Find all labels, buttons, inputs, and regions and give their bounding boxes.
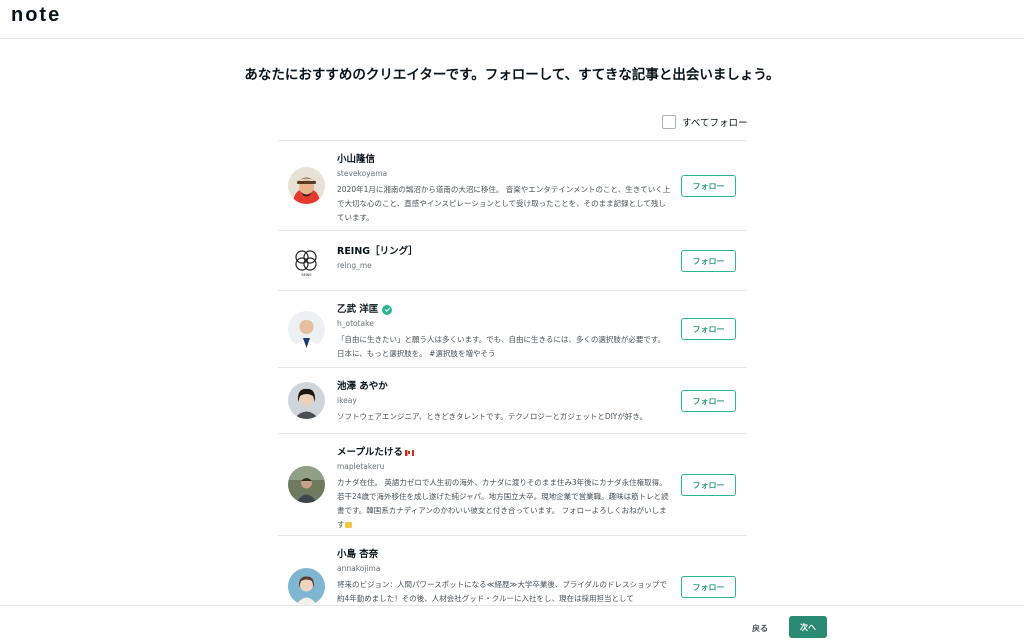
creator-name[interactable]: メープルたける [337,446,403,459]
creator-id: mapletakeru [337,462,385,471]
creator-info: REING［リング］ reing_me [337,245,671,271]
creator-info: 小島 杏奈 annakojima 将来のビジョン：人間パワースポットになる≪経歴… [337,548,671,605]
avatar[interactable] [288,167,325,204]
next-button[interactable]: 次へ [789,616,827,638]
creator-row: REING REING［リング］ reing_me フォロー [278,231,747,291]
creator-bio: ソフトウェアエンジニア、ときどきタレントです。テクノロジーとガジェットとDIYが… [337,412,648,421]
creator-row: 池澤 あやか ikeay ソフトウェアエンジニア、ときどきタレントです。テクノロ… [278,368,747,434]
follow-all-label: すべてフォロー [682,118,748,129]
creator-bio: 2020年1月に湘南の鵠沼から道南の大沼に移住。 音楽やエンタテインメントのこと… [337,185,671,222]
footer-bar: 戻る 次へ [0,605,1024,643]
reing-logo-caption: REING [301,273,312,277]
follow-button[interactable]: フォロー [681,474,736,496]
creator-name[interactable]: REING［リング］ [337,245,671,258]
creator-name[interactable]: 池澤 あやか [337,380,671,393]
creator-row: 乙武 洋匡 h_ototake 「自由に生きたい」と願う人は多くいます。でも、自… [278,291,747,368]
avatar[interactable]: REING [288,243,325,280]
page-heading: あなたにおすすめのクリエイターです。フォローして、すてきな記事と出会いましょう。 [244,67,780,83]
creator-info: メープルたける mapletakeru カナダ在住。 英語力ゼロで人生初の海外、… [337,446,671,532]
creator-name[interactable]: 小山隆信 [337,153,671,166]
avatar[interactable] [288,382,325,419]
creator-list[interactable]: 小山隆信 stevekoyama 2020年1月に湘南の鵠沼から道南の大沼に移住… [278,140,747,605]
follow-button[interactable]: フォロー [681,576,736,598]
avatar[interactable] [288,311,325,348]
top-bar: note [0,0,1024,39]
creator-name[interactable]: 乙武 洋匡 [337,303,378,316]
follow-all-toggle[interactable]: すべてフォロー [662,114,747,130]
follow-button[interactable]: フォロー [681,250,736,272]
creator-id: annakojima [337,564,381,573]
canada-flag-icon [404,449,414,456]
folded-hands-emoji-icon [344,522,352,528]
creator-bio: 将来のビジョン：人間パワースポットになる≪経歴≫大学卒業後、ブライダルのドレスシ… [337,580,668,603]
creator-id: reing_me [337,261,372,270]
creator-info: 池澤 あやか ikeay ソフトウェアエンジニア、ときどきタレントです。テクノロ… [337,380,671,424]
creator-row: メープルたける mapletakeru カナダ在住。 英語力ゼロで人生初の海外、… [278,434,747,536]
creator-row: 小島 杏奈 annakojima 将来のビジョン：人間パワースポットになる≪経歴… [278,536,747,605]
creator-bio: 「自由に生きたい」と願う人は多くいます。でも、自由に生きるには、多くの選択肢が必… [337,335,666,358]
creator-name[interactable]: 小島 杏奈 [337,548,671,561]
creator-id: h_ototake [337,319,374,328]
follow-button[interactable]: フォロー [681,318,736,340]
creator-id: ikeay [337,396,357,405]
follow-all-checkbox[interactable] [662,115,676,129]
verified-badge-icon [382,304,393,315]
follow-button[interactable]: フォロー [681,390,736,412]
avatar[interactable] [288,466,325,503]
creator-name-row: 乙武 洋匡 [337,303,671,316]
back-button[interactable]: 戻る [744,617,776,639]
avatar[interactable] [288,568,325,605]
note-logo[interactable]: note [11,4,61,26]
creator-bio: カナダ在住。 英語力ゼロで人生初の海外、カナダに渡りそのまま住み3年後にカナダ永… [337,478,669,529]
creator-bio-container: カナダ在住。 英語力ゼロで人生初の海外、カナダに渡りそのまま住み3年後にカナダ永… [337,476,671,532]
creator-row: 小山隆信 stevekoyama 2020年1月に湘南の鵠沼から道南の大沼に移住… [278,141,747,231]
creator-info: 乙武 洋匡 h_ototake 「自由に生きたい」と願う人は多くいます。でも、自… [337,303,671,361]
creator-id: stevekoyama [337,169,388,178]
reing-logo: REING [288,243,325,280]
creator-info: 小山隆信 stevekoyama 2020年1月に湘南の鵠沼から道南の大沼に移住… [337,153,671,225]
creator-name-row: メープルたける [337,446,671,459]
follow-button[interactable]: フォロー [681,175,736,197]
